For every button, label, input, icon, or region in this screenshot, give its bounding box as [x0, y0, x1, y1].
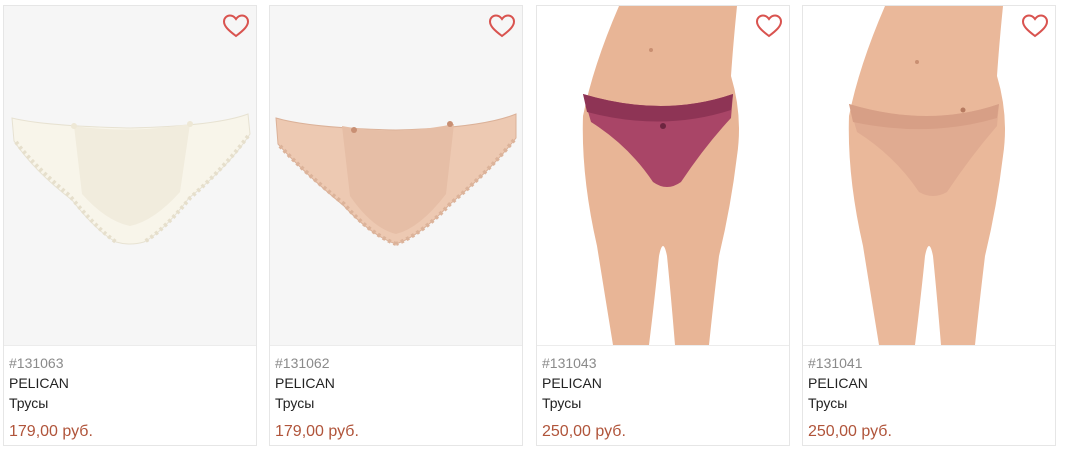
product-meta: #131063 PELICAN Трусы 179,00 руб.	[9, 353, 249, 443]
product-price: 179,00 руб.	[275, 423, 359, 440]
ivory-briefs-image	[11, 113, 251, 245]
model-beige-briefs-image	[848, 6, 1005, 345]
product-type[interactable]: Трусы	[808, 393, 1048, 413]
product-price: 250,00 руб.	[542, 423, 626, 440]
product-photo[interactable]	[537, 6, 789, 345]
product-meta: #131043 PELICAN Трусы 250,00 руб.	[542, 353, 782, 443]
product-type[interactable]: Трусы	[275, 393, 515, 413]
product-card[interactable]: #131041 PELICAN Трусы 250,00 руб.	[802, 5, 1056, 446]
product-brand[interactable]: PELICAN	[542, 373, 782, 393]
favorite-button[interactable]	[1021, 13, 1049, 39]
heart-outline-icon	[222, 14, 250, 38]
beige-briefs-image	[275, 113, 517, 246]
heart-outline-icon	[488, 14, 516, 38]
favorite-button[interactable]	[755, 13, 783, 39]
heart-outline-icon	[1021, 14, 1049, 38]
favorite-button[interactable]	[488, 13, 516, 39]
product-sku: #131062	[275, 355, 330, 371]
product-type[interactable]: Трусы	[542, 393, 782, 413]
model-berry-briefs-image	[582, 6, 739, 345]
product-meta: #131041 PELICAN Трусы 250,00 руб.	[808, 353, 1048, 443]
card-divider	[803, 345, 1055, 346]
product-sku: #131041	[808, 355, 863, 371]
product-brand[interactable]: PELICAN	[808, 373, 1048, 393]
favorite-button[interactable]	[222, 13, 250, 39]
product-card[interactable]: #131043 PELICAN Трусы 250,00 руб.	[536, 5, 790, 446]
product-price: 250,00 руб.	[808, 423, 892, 440]
product-card[interactable]: #131062 PELICAN Трусы 179,00 руб.	[269, 5, 523, 446]
product-type[interactable]: Трусы	[9, 393, 249, 413]
product-photo[interactable]	[803, 6, 1055, 345]
product-grid: #131063 PELICAN Трусы 179,00 руб. #13106	[0, 0, 1071, 455]
product-brand[interactable]: PELICAN	[275, 373, 515, 393]
heart-outline-icon	[755, 14, 783, 38]
product-brand[interactable]: PELICAN	[9, 373, 249, 393]
card-divider	[537, 345, 789, 346]
product-photo[interactable]	[270, 6, 522, 345]
card-divider	[4, 345, 256, 346]
product-meta: #131062 PELICAN Трусы 179,00 руб.	[275, 353, 515, 443]
card-divider	[270, 345, 522, 346]
product-sku: #131043	[542, 355, 597, 371]
product-sku: #131063	[9, 355, 64, 371]
product-card[interactable]: #131063 PELICAN Трусы 179,00 руб.	[3, 5, 257, 446]
product-photo[interactable]	[4, 6, 256, 345]
product-price: 179,00 руб.	[9, 423, 93, 440]
